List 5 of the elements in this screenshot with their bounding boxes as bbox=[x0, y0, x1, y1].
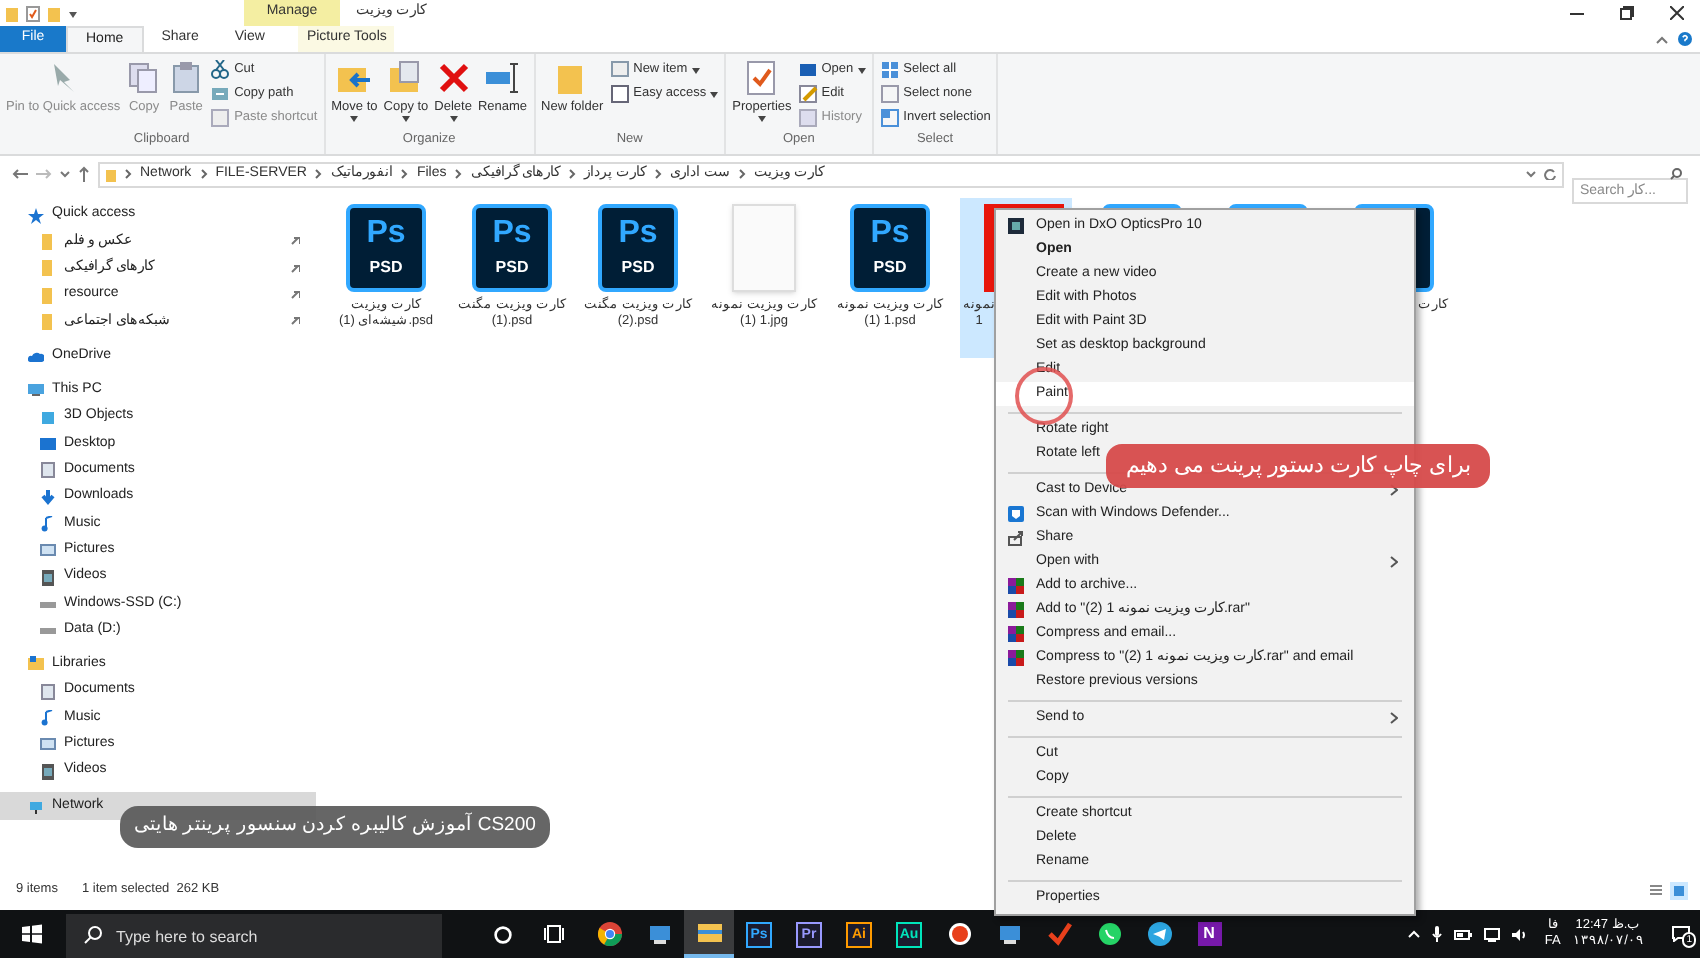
caption-tooltip: آموزش کالیبره کردن سنسور پرینتر هایتی CS200 bbox=[120, 806, 550, 848]
photoshop-file-icon: Ps PSD bbox=[346, 204, 426, 292]
photoshop-file-icon: Ps PSD bbox=[598, 204, 678, 292]
photoshop-file-icon: Ps PSD bbox=[472, 204, 552, 292]
photoshop-file-icon: Ps PSD bbox=[850, 204, 930, 292]
